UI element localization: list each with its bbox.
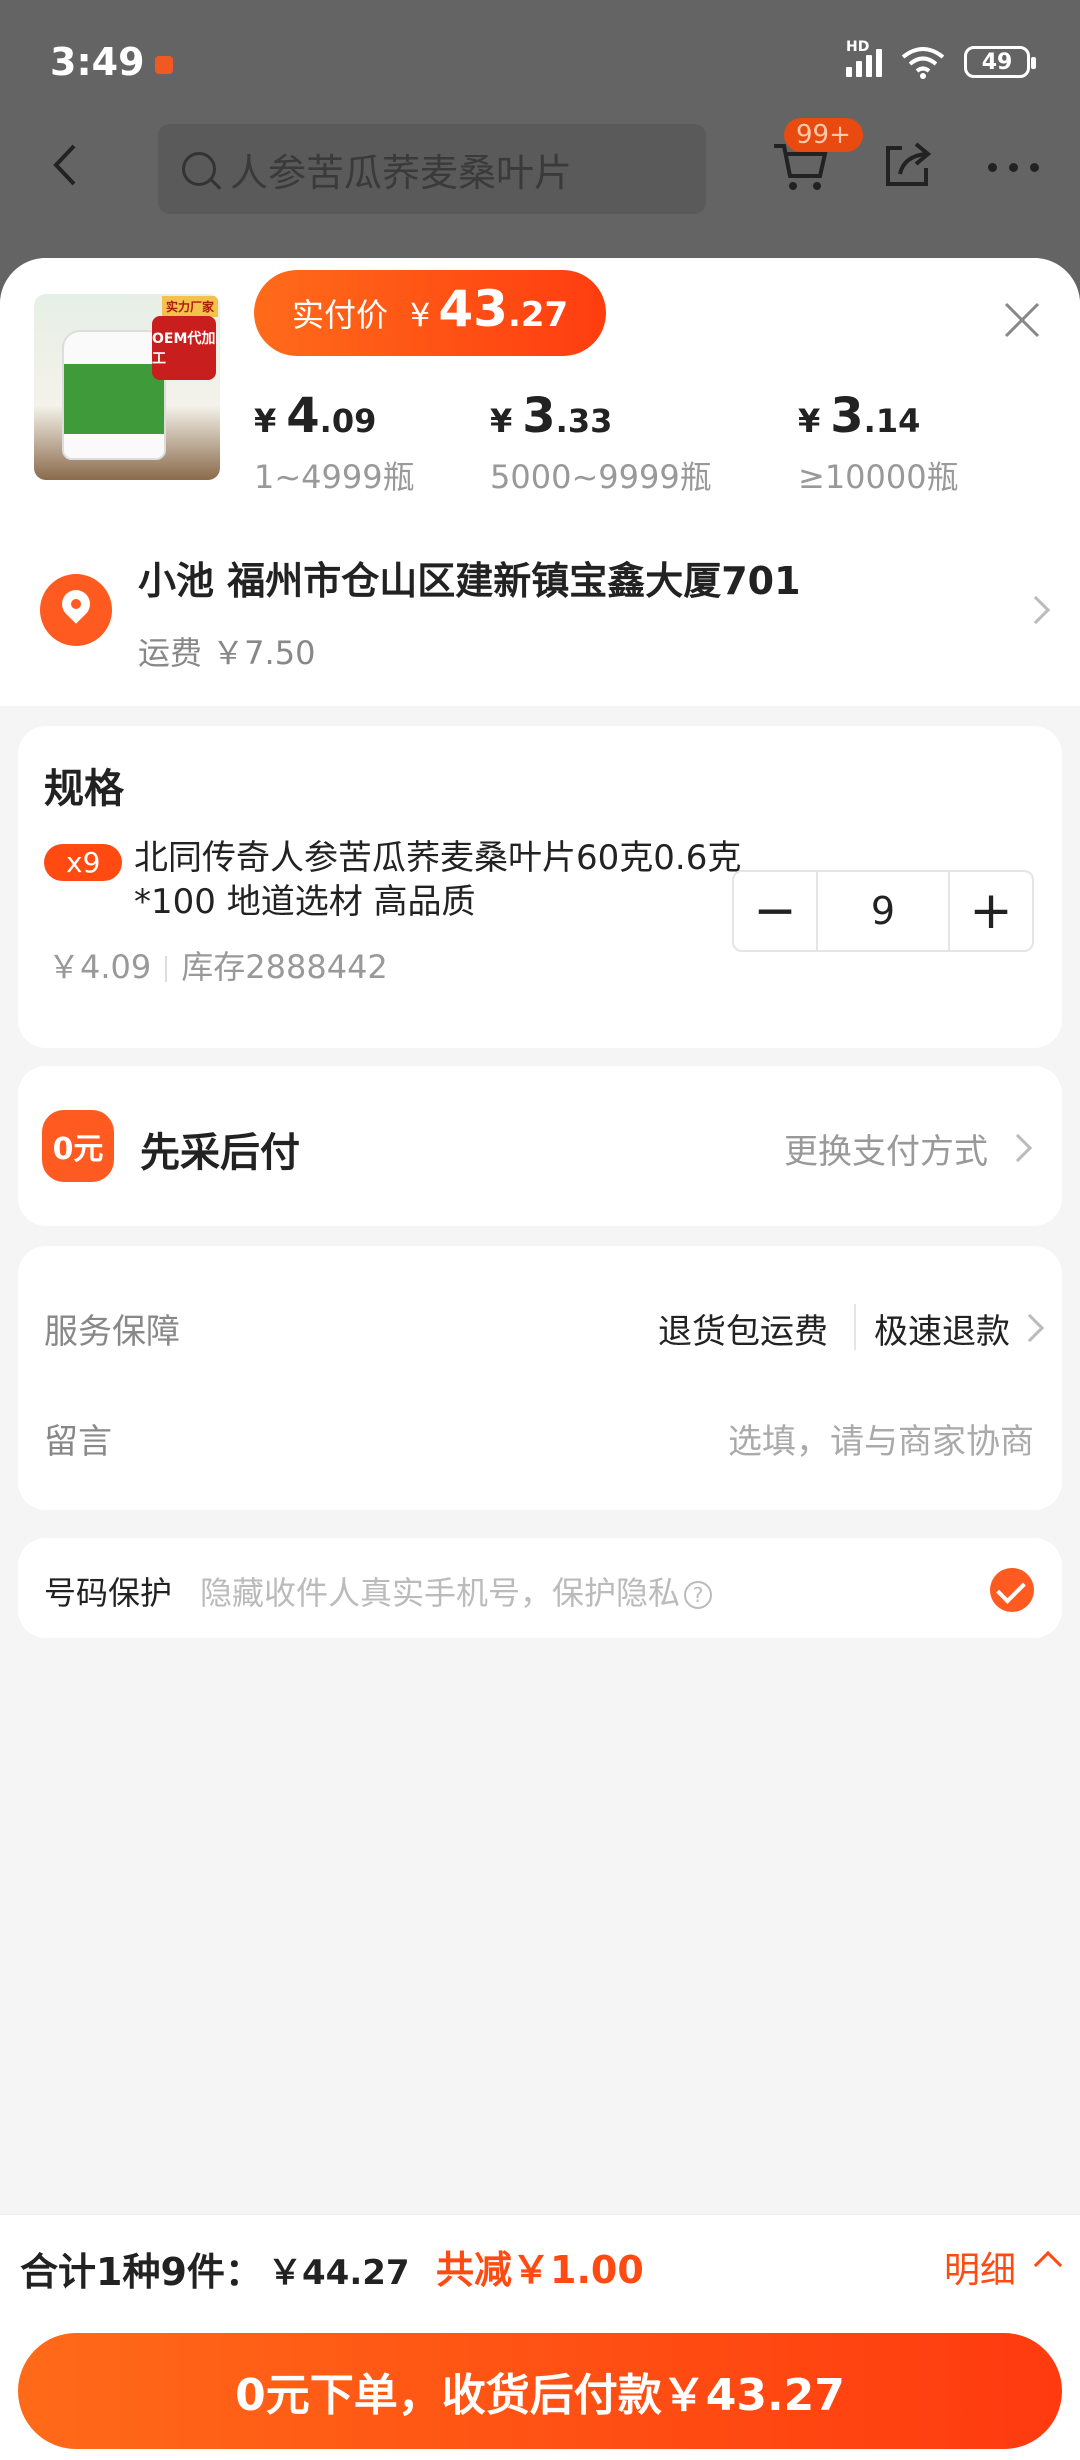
address-row[interactable]: 小池 福州市仓山区建新镇宝鑫大厦701 运费 ￥7.50: [0, 510, 1080, 706]
paid-price-pill: 实付价 ¥ 43 .27: [254, 270, 607, 356]
back-icon[interactable]: [42, 140, 92, 190]
quantity-input[interactable]: 9: [816, 872, 950, 950]
spec-name: 北同传奇人参苦瓜荞麦桑叶片60克0.6克*100 地道选材 高品质: [134, 838, 742, 922]
paid-dec: .27: [507, 295, 569, 335]
privacy-card: 号码保护 隐藏收件人真实手机号，保护隐私?: [18, 1538, 1062, 1638]
plus-button[interactable]: +: [950, 872, 1032, 950]
paid-currency: ¥: [410, 296, 431, 334]
search-icon: [182, 152, 216, 186]
price-tier: ¥3.33 5000~9999瓶: [490, 388, 712, 498]
tier-int: 3: [522, 388, 556, 444]
battery-icon: 49: [964, 46, 1036, 78]
payment-card[interactable]: 0元 先采后付 更换支付方式: [18, 1066, 1062, 1226]
checkout-footer: 合计1种9件： ￥44.27 共减￥1.00 明细 0元下单，收货后付款￥43.…: [0, 2214, 1080, 2460]
paid-int: 43: [438, 280, 508, 338]
spec-card: 规格 x9 北同传奇人参苦瓜荞麦桑叶片60克0.6克*100 地道选材 高品质 …: [18, 726, 1062, 1048]
chevron-right-icon: [1015, 1313, 1045, 1343]
tier-dec: .33: [555, 402, 613, 440]
payment-title: 先采后付: [140, 1130, 300, 1176]
tier-dec: .09: [319, 402, 377, 440]
tier-int: 4: [286, 388, 320, 444]
tier-range: ≥10000瓶: [798, 458, 959, 496]
change-payment-link[interactable]: 更换支付方式: [784, 1124, 988, 1173]
help-icon[interactable]: ?: [684, 1581, 713, 1609]
tier-range: 5000~9999瓶: [490, 458, 712, 496]
stock: 库存2888442: [181, 948, 388, 986]
spec-title: 规格: [44, 766, 124, 812]
qty-badge: x9: [44, 844, 123, 881]
cart-badge: 99+: [784, 118, 863, 152]
tier-dec: .14: [863, 402, 921, 440]
tier-range: 1~4999瓶: [254, 458, 415, 496]
tier-currency: ¥: [490, 402, 513, 440]
oem-badge: OEM代加工: [152, 316, 216, 380]
service-card: 服务保障 退货包运费 极速退款 留言 选填，请与商家协商: [18, 1246, 1062, 1510]
privacy-checkbox[interactable]: [990, 1568, 1034, 1612]
signal-icon: HD: [846, 39, 882, 77]
shipping-fee: 运费 ￥7.50: [138, 634, 316, 672]
address-line: 小池 福州市仓山区建新镇宝鑫大厦701: [138, 559, 801, 603]
tier-currency: ¥: [254, 402, 277, 440]
order-sheet: 实力厂家 OEM代加工 实付价 ¥ 43 .27 ¥4.09 1~4999瓶 ¥…: [0, 258, 1080, 2460]
message-label: 留言: [44, 1422, 112, 1462]
location-pin-icon: [40, 574, 112, 646]
paid-label: 实付价: [292, 296, 389, 334]
unit-price: ￥4.09: [48, 948, 152, 986]
share-icon[interactable]: [880, 136, 936, 192]
product-image: 实力厂家 OEM代加工: [34, 294, 220, 480]
search-bar[interactable]: 人参苦瓜荞麦桑叶片: [158, 124, 706, 214]
product-header: 实力厂家 OEM代加工 实付价 ¥ 43 .27 ¥4.09 1~4999瓶 ¥…: [0, 258, 1080, 510]
chevron-up-icon[interactable]: [1033, 2250, 1063, 2280]
privacy-hint-text: 隐藏收件人真实手机号，保护隐私: [200, 1574, 681, 1612]
app-notification-icon: [155, 56, 173, 74]
discount-text: 共减￥1.00: [436, 2248, 644, 2292]
privacy-hint: 隐藏收件人真实手机号，保护隐私?: [200, 1568, 713, 1614]
more-icon[interactable]: [988, 163, 1039, 172]
summary-total: ￥44.27: [268, 2253, 410, 2293]
message-input[interactable]: 选填，请与商家协商: [728, 1414, 1034, 1463]
detail-link[interactable]: 明细: [944, 2241, 1016, 2293]
summary-label: 合计1种9件：: [20, 2250, 263, 2294]
divider: [854, 1304, 856, 1350]
close-icon[interactable]: [1002, 300, 1042, 340]
tier-currency: ¥: [798, 402, 821, 440]
privacy-label: 号码保护: [44, 1574, 173, 1612]
minus-button[interactable]: −: [734, 872, 816, 950]
service-tag-return[interactable]: 退货包运费: [658, 1304, 828, 1353]
wifi-icon: [901, 47, 945, 79]
submit-order-button[interactable]: 0元下单，收货后付款￥43.27: [18, 2333, 1062, 2449]
status-bar: 3:49 HD 49: [0, 0, 1080, 120]
service-tag-refund[interactable]: 极速退款: [874, 1304, 1010, 1353]
chevron-right-icon: [1021, 595, 1051, 625]
search-text: 人参苦瓜荞麦桑叶片: [230, 150, 573, 195]
tier-int: 3: [830, 388, 864, 444]
top-nav: 人参苦瓜荞麦桑叶片 99+: [0, 118, 1080, 218]
spec-meta: ￥4.09 库存2888442: [48, 942, 388, 988]
status-time: 3:49: [50, 40, 145, 84]
quantity-stepper: − 9 +: [732, 870, 1034, 952]
price-tier: ¥4.09 1~4999瓶: [254, 388, 415, 498]
chevron-right-icon: [1003, 1133, 1033, 1163]
price-tier: ¥3.14 ≥10000瓶: [798, 388, 959, 498]
network-type: HD: [846, 39, 870, 55]
pay-later-icon: 0元: [42, 1110, 114, 1182]
image-tag: 实力厂家: [161, 296, 218, 317]
service-label: 服务保障: [44, 1312, 180, 1352]
